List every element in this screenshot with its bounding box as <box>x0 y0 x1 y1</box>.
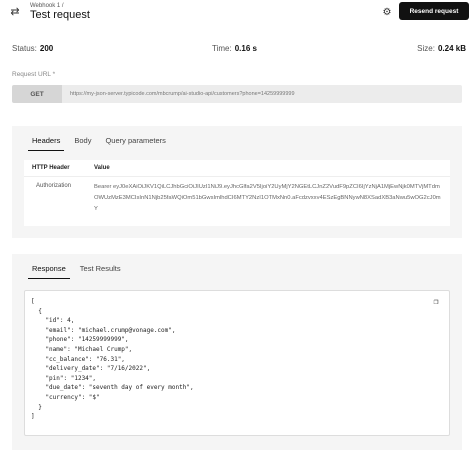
size-label: Size: <box>417 44 435 53</box>
breadcrumb-block: Webhook 1 / Test request <box>30 1 90 21</box>
tab-query-parameters[interactable]: Query parameters <box>105 129 165 151</box>
code-line: [ <box>31 298 35 305</box>
tab-test-results[interactable]: Test Results <box>80 257 121 279</box>
time-info: Time: 0.16 s <box>212 44 257 53</box>
size-info: Size: 0.24 kB <box>417 44 466 53</box>
tab-body[interactable]: Body <box>74 129 91 151</box>
status-row: Status: 200 Time: 0.16 s Size: 0.24 kB <box>12 44 466 56</box>
code-line: } <box>31 403 42 411</box>
request-url-label: Request URL * <box>12 71 56 78</box>
headers-table-head: HTTP Header Value <box>24 160 450 177</box>
header-value: Bearer eyJ0eXAiOiJKV1QiLCJhbGciOiJIUzI1N… <box>94 184 441 212</box>
gear-icon[interactable]: ⚙ <box>380 5 394 19</box>
code-line: "email": "michael.crump@vonage.com", <box>31 326 176 334</box>
method-select[interactable]: GET <box>12 85 62 103</box>
status-info: Status: 200 <box>12 44 53 53</box>
tab-headers[interactable]: Headers <box>27 129 65 151</box>
request-panel: Headers Body Query parameters HTTP Heade… <box>12 126 462 238</box>
code-line: "currency": "$" <box>31 393 100 401</box>
response-body[interactable]: ❐ [ { "id": 4, "email": "michael.crump@v… <box>24 290 450 436</box>
page-title: Test request <box>30 9 90 21</box>
swap-arrows-icon[interactable]: ⇄ <box>8 4 22 18</box>
code-line: "due_date": "seventh day of every month"… <box>31 384 194 392</box>
time-value: 0.16 s <box>234 44 257 53</box>
status-value: 200 <box>39 44 54 53</box>
header-key: Authorization <box>36 183 72 189</box>
column-http-header: HTTP Header <box>32 165 70 171</box>
request-url-input[interactable]: https://my-json-server.typicode.com/mbcr… <box>62 85 462 103</box>
response-tabs: Response Test Results <box>12 257 462 279</box>
code-line: "delivery_date": "7/16/2022", <box>31 365 151 373</box>
table-row: Authorization Bearer eyJ0eXAiOiJKV1QiLCJ… <box>24 177 450 215</box>
request-url-row: GET https://my-json-server.typicode.com/… <box>12 85 462 103</box>
code-line: { <box>31 307 42 315</box>
time-label: Time: <box>212 44 232 53</box>
code-line: "cc_balance": "76.31", <box>31 355 125 363</box>
code-line: "phone": "14259999999", <box>31 336 129 344</box>
size-value: 0.24 kB <box>437 44 466 53</box>
headers-table: HTTP Header Value Authorization Bearer e… <box>24 160 450 226</box>
tab-response[interactable]: Response <box>28 257 70 279</box>
column-value: Value <box>94 165 110 171</box>
resend-request-button[interactable]: Resend request <box>399 2 469 20</box>
response-panel: Response Test Results ❐ [ { "id": 4, "em… <box>12 254 462 450</box>
request-tabs: Headers Body Query parameters <box>12 129 462 151</box>
code-line: "name": "Michael Crump", <box>31 345 133 353</box>
copy-icon[interactable]: ❐ <box>431 296 441 306</box>
code-line: "pin": "1234", <box>31 374 97 382</box>
code-line: ] <box>31 413 35 421</box>
status-label: Status: <box>12 44 37 53</box>
code-line: "id": 4, <box>31 317 75 325</box>
top-bar: ⇄ Webhook 1 / Test request ⚙ Resend requ… <box>0 0 474 22</box>
